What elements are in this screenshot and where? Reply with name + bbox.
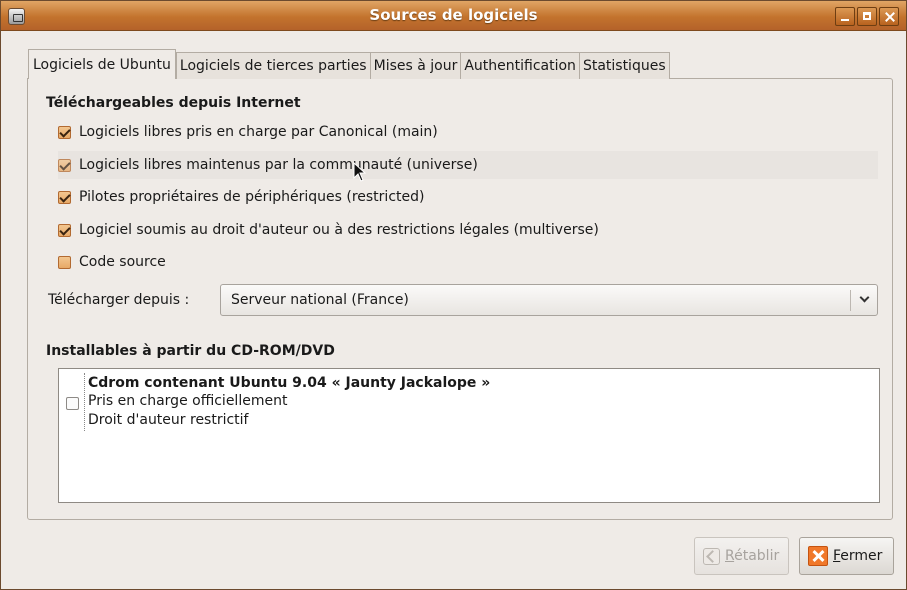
tab-updates[interactable]: Mises à jour — [369, 52, 461, 79]
option-restricted[interactable]: Pilotes propriétaires de périphériques (… — [58, 183, 878, 211]
title-bar[interactable]: Sources de logiciels — [1, 1, 906, 31]
universe-checkbox[interactable] — [58, 158, 71, 172]
minimize-icon[interactable] — [835, 7, 855, 26]
download-from-label: Télécharger depuis : — [48, 292, 190, 308]
cdrom-list[interactable]: Cdrom contenant Ubuntu 9.04 « Jaunty Jac… — [58, 368, 880, 503]
cdrom-support-line: Pris en charge officiellement — [88, 393, 288, 409]
tab-authentication[interactable]: Authentification — [460, 52, 579, 79]
software-sources-window: Sources de logiciels Téléchargeables dep… — [0, 0, 907, 590]
tab-bar: Logiciels de Ubuntu Logiciels de tierces… — [28, 49, 670, 79]
close-button[interactable]: Fermer — [799, 537, 894, 575]
option-universe[interactable]: Logiciels libres maintenus par la commun… — [58, 151, 878, 179]
multiverse-checkbox[interactable] — [58, 223, 71, 237]
cdrom-checkbox[interactable] — [66, 397, 79, 410]
close-label: Fermer — [833, 548, 882, 564]
revert-label-rest: établir — [734, 548, 780, 564]
revert-button[interactable]: Rétablir — [694, 537, 789, 575]
revert-label: Rétablir — [725, 548, 779, 564]
tab-statistics[interactable]: Statistiques — [578, 52, 670, 79]
revert-mnemonic: R — [725, 548, 735, 564]
source-code-checkbox[interactable] — [58, 255, 71, 269]
close-window-icon[interactable] — [879, 7, 899, 26]
option-universe-label: Logiciels libres maintenus par la commun… — [79, 157, 478, 173]
mouse-cursor-icon — [353, 161, 367, 186]
tab-ubuntu-software[interactable]: Logiciels de Ubuntu — [28, 49, 176, 79]
tab-panel: Téléchargeables depuis Internet Logiciel… — [27, 78, 893, 520]
window-title: Sources de logiciels — [369, 6, 538, 24]
option-multiverse[interactable]: Logiciel soumis au droit d'auteur ou à d… — [58, 216, 878, 244]
download-server-value: Serveur national (France) — [231, 292, 409, 308]
main-checkbox[interactable] — [58, 125, 71, 139]
dropdown-separator — [850, 290, 851, 311]
cdrom-section-title: Installables à partir du CD-ROM/DVD — [46, 343, 335, 359]
chevron-down-icon — [859, 292, 870, 303]
maximize-icon[interactable] — [857, 7, 877, 26]
option-source-code-label: Code source — [79, 254, 166, 270]
option-restricted-label: Pilotes propriétaires de périphériques (… — [79, 189, 425, 205]
close-icon — [808, 546, 828, 566]
option-main-label: Logiciels libres pris en charge par Cano… — [79, 124, 438, 140]
tab-third-party[interactable]: Logiciels de tierces parties — [175, 52, 370, 79]
revert-icon — [703, 547, 720, 565]
tree-guide — [84, 373, 85, 431]
internet-section-title: Téléchargeables depuis Internet — [46, 95, 301, 111]
option-main[interactable]: Logiciels libres pris en charge par Cano… — [58, 118, 878, 146]
cdrom-copyright-line: Droit d'auteur restrictif — [88, 412, 249, 428]
option-multiverse-label: Logiciel soumis au droit d'auteur ou à d… — [79, 222, 599, 238]
window-controls — [835, 7, 899, 26]
restricted-checkbox[interactable] — [58, 190, 71, 204]
download-server-dropdown[interactable]: Serveur national (France) — [220, 284, 878, 316]
close-label-rest: ermer — [840, 548, 883, 564]
cdrom-name: Cdrom contenant Ubuntu 9.04 « Jaunty Jac… — [88, 375, 491, 391]
option-source-code[interactable]: Code source — [58, 248, 878, 276]
